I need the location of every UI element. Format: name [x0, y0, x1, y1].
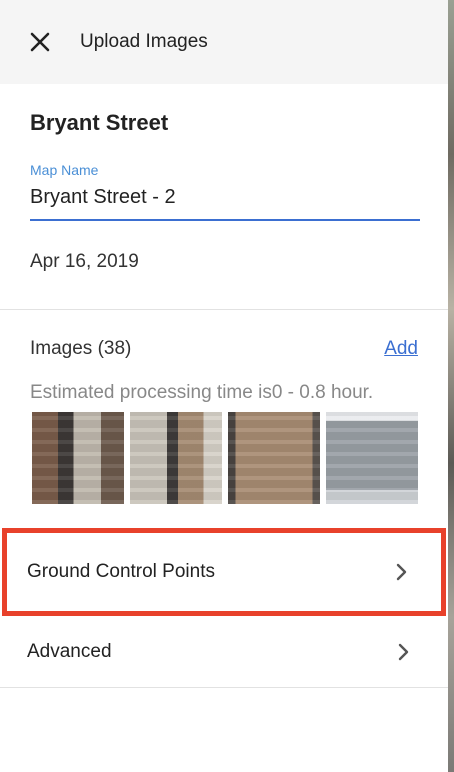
chevron-right-icon	[398, 643, 409, 660]
add-images-link[interactable]: Add	[384, 338, 418, 360]
aerial-thumbnail[interactable]	[130, 412, 222, 504]
map-background	[448, 0, 454, 772]
panel-title: Upload Images	[80, 31, 208, 52]
map-name-input[interactable]	[30, 180, 420, 221]
processing-estimate: Estimated processing time is0 - 0.8 hour…	[30, 382, 374, 403]
ground-control-points-row[interactable]: Ground Control Points	[2, 528, 446, 616]
images-section: Images (38) Add Estimated processing tim…	[0, 310, 448, 520]
close-button[interactable]	[0, 0, 80, 84]
map-title: Bryant Street	[30, 110, 169, 135]
map-details-section: Bryant Street Map Name Apr 16, 2019	[0, 84, 448, 310]
map-name-label: Map Name	[30, 162, 99, 178]
aerial-thumbnail[interactable]	[228, 412, 320, 504]
aerial-thumbnail[interactable]	[32, 412, 124, 504]
aerial-thumbnail[interactable]	[326, 412, 418, 504]
image-thumbnails	[32, 412, 418, 504]
advanced-row[interactable]: Advanced	[0, 616, 448, 688]
panel-header: Upload Images	[0, 0, 448, 84]
chevron-right-icon	[396, 563, 407, 581]
close-icon	[30, 32, 50, 52]
images-count-label: Images (38)	[30, 338, 132, 359]
gcp-label: Ground Control Points	[27, 561, 215, 582]
advanced-label: Advanced	[27, 640, 112, 662]
upload-panel: Upload Images Bryant Street Map Name Apr…	[0, 0, 448, 772]
map-date: Apr 16, 2019	[30, 251, 139, 272]
